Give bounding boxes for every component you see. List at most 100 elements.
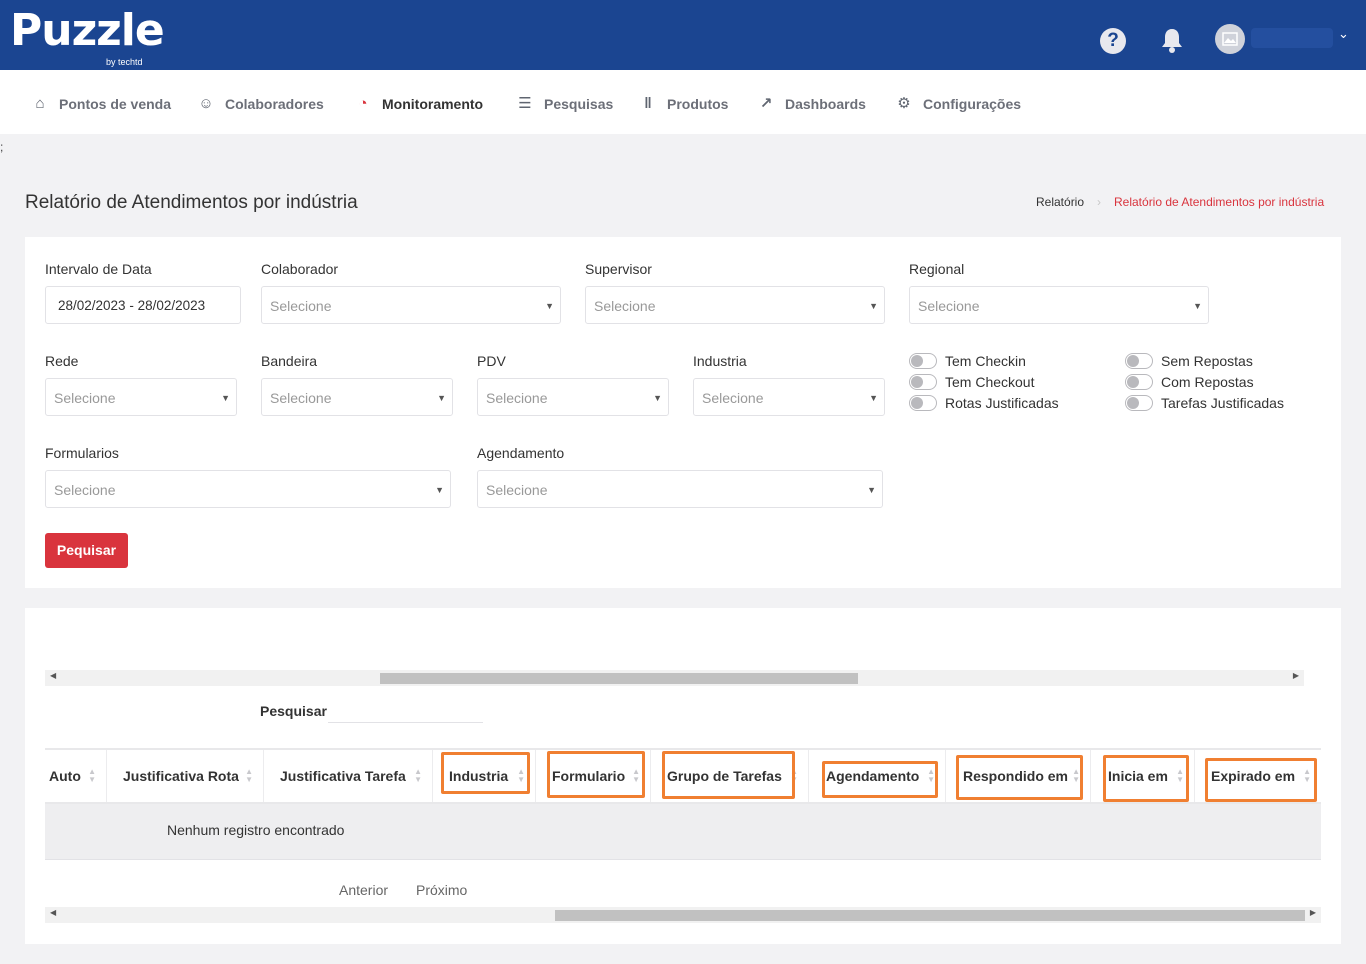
toggle-label: Rotas Justificadas <box>945 395 1059 411</box>
toggle-switch[interactable] <box>909 395 937 411</box>
agendamento-select[interactable]: Selecione ▼ <box>477 470 883 508</box>
pdv-select[interactable]: Selecione ▼ <box>477 378 669 416</box>
nav-label: Monitoramento <box>382 96 484 112</box>
regional-select[interactable]: Selecione ▼ <box>909 286 1209 324</box>
toggle-label: Tem Checkout <box>945 374 1035 390</box>
table-search-input[interactable] <box>328 699 483 723</box>
nav-label: Configurações <box>923 96 1022 112</box>
pagination-previous[interactable]: Anterior <box>339 882 388 898</box>
select-placeholder: Selecione <box>702 390 764 406</box>
toggle-switch[interactable] <box>1125 353 1153 369</box>
puzzle-logo[interactable]: Puzzle <box>10 6 165 56</box>
highlight-box <box>441 752 530 794</box>
breadcrumb-separator-icon: › <box>1097 195 1101 209</box>
scroll-right-icon[interactable]: ▶ <box>1310 908 1316 917</box>
nav-item-produtos[interactable]: ‖ Produtos <box>638 94 728 114</box>
column-label: Justificativa Rota <box>123 768 239 784</box>
user-avatar[interactable] <box>1215 24 1245 54</box>
empty-message: Nenhum registro encontrado <box>167 822 345 838</box>
caret-down-icon: ▼ <box>435 485 444 495</box>
scroll-left-icon[interactable]: ◀ <box>50 671 56 680</box>
pagination-next[interactable]: Próximo <box>416 882 467 898</box>
highlight-box <box>956 755 1083 800</box>
nav-item-configuracoes[interactable]: ⚙ Configurações <box>894 94 1021 114</box>
breadcrumb-current: Relatório de Atendimentos por indústria <box>1114 195 1325 209</box>
filters-card: Intervalo de Data 28/02/2023 - 28/02/202… <box>25 237 1341 588</box>
toggle-tem-checkout[interactable]: Tem Checkout <box>909 372 1034 392</box>
user-name-blurred[interactable] <box>1251 28 1333 48</box>
caret-down-icon: ▼ <box>437 393 446 403</box>
select-placeholder: Selecione <box>594 298 656 314</box>
table-search-label: Pesquisar <box>260 703 327 719</box>
column-label: Justificativa Tarefa <box>280 768 406 784</box>
nav-item-pesquisas[interactable]: ☰ Pesquisas <box>515 94 613 114</box>
toggle-switch[interactable] <box>909 374 937 390</box>
select-placeholder: Selecione <box>270 298 332 314</box>
column-header-justificativa-rota[interactable]: Justificativa Rota ▲ ▼ <box>107 750 264 802</box>
nav-item-colaboradores[interactable]: ☺ Colaboradores <box>196 94 324 114</box>
breadcrumb-relatorio[interactable]: Relatório <box>1036 195 1084 209</box>
bell-icon[interactable] <box>1158 26 1186 54</box>
chevron-down-icon[interactable]: ⌄ <box>1338 26 1349 42</box>
nav-item-dashboards[interactable]: ↗ Dashboards <box>756 94 866 114</box>
sort-icon: ▲ ▼ <box>88 767 96 784</box>
select-placeholder: Selecione <box>54 390 116 406</box>
sort-icon: ▲ ▼ <box>245 767 253 784</box>
regional-label: Regional <box>909 261 965 277</box>
agendamento-label: Agendamento <box>477 445 565 461</box>
table-header: Auto ▲ ▼ Justificativa Rota ▲ ▼ Justificat… <box>45 748 1321 804</box>
main-nav: ⌂ Pontos de venda ☺ Colaboradores ◔ Moni… <box>0 70 1366 134</box>
bottom-horizontal-scrollbar[interactable]: ◀ ▶ <box>45 907 1321 923</box>
toggle-switch[interactable] <box>1125 374 1153 390</box>
toggle-tem-checkin[interactable]: Tem Checkin <box>909 351 1026 371</box>
caret-down-icon: ▼ <box>867 485 876 495</box>
select-placeholder: Selecione <box>54 482 116 498</box>
column-label: Auto <box>49 768 81 784</box>
barcode-icon: ‖ <box>644 95 652 112</box>
scroll-left-icon[interactable]: ◀ <box>50 908 56 917</box>
toggle-com-repostas[interactable]: Com Repostas <box>1125 372 1254 392</box>
nav-label: Dashboards <box>785 96 866 112</box>
scroll-right-icon[interactable]: ▶ <box>1293 671 1299 680</box>
scrollbar-thumb[interactable] <box>380 673 858 684</box>
results-card: ◀ ▶ Pesquisar Auto ▲ ▼ Justificativa Rota… <box>25 608 1341 944</box>
toggle-sem-repostas[interactable]: Sem Repostas <box>1125 351 1253 371</box>
column-header-justificativa-tarefa[interactable]: Justificativa Tarefa ▲ ▼ <box>264 750 433 802</box>
caret-down-icon: ▼ <box>1193 301 1202 311</box>
rede-select[interactable]: Selecione ▼ <box>45 378 237 416</box>
page-title: Relatório de Atendimentos por indústria <box>25 192 358 213</box>
caret-down-icon: ▼ <box>869 393 878 403</box>
toggle-switch[interactable] <box>1125 395 1153 411</box>
date-range-label: Intervalo de Data <box>45 261 152 277</box>
search-button[interactable]: Pequisar <box>45 533 128 568</box>
monitor-icon: ◔ <box>358 95 368 112</box>
bandeira-select[interactable]: Selecione ▼ <box>261 378 453 416</box>
supervisor-label: Supervisor <box>585 261 652 277</box>
industria-select[interactable]: Selecione ▼ <box>693 378 885 416</box>
nav-label: Pesquisas <box>544 96 614 112</box>
nav-item-pontos-de-venda[interactable]: ⌂ Pontos de venda <box>30 94 171 114</box>
colaborador-select[interactable]: Selecione ▼ <box>261 286 561 324</box>
caret-down-icon: ▼ <box>221 393 230 403</box>
select-placeholder: Selecione <box>486 390 548 406</box>
formularios-select[interactable]: Selecione ▼ <box>45 470 451 508</box>
top-horizontal-scrollbar[interactable]: ◀ ▶ <box>45 670 1304 686</box>
toggle-rotas-justificadas[interactable]: Rotas Justificadas <box>909 393 1059 413</box>
survey-icon: ☰ <box>518 95 532 112</box>
nav-label: Colaboradores <box>225 96 324 112</box>
help-icon[interactable]: ? <box>1100 28 1126 54</box>
caret-down-icon: ▼ <box>653 393 662 403</box>
scrollbar-thumb[interactable] <box>555 910 1305 921</box>
supervisor-select[interactable]: Selecione ▼ <box>585 286 885 324</box>
logo-subtitle: by techtd <box>106 57 143 67</box>
date-range-input[interactable]: 28/02/2023 - 28/02/2023 <box>45 286 241 324</box>
column-header-auto[interactable]: Auto ▲ ▼ <box>45 750 107 802</box>
toggle-tarefas-justificadas[interactable]: Tarefas Justificadas <box>1125 393 1284 413</box>
industria-label: Industria <box>693 353 747 369</box>
highlight-box <box>547 751 645 798</box>
stray-character: ; <box>0 140 4 154</box>
toggle-switch[interactable] <box>909 353 937 369</box>
toggle-label: Tem Checkin <box>945 353 1026 369</box>
nav-label: Pontos de venda <box>59 96 172 112</box>
nav-item-monitoramento[interactable]: ◔ Monitoramento <box>353 94 483 114</box>
